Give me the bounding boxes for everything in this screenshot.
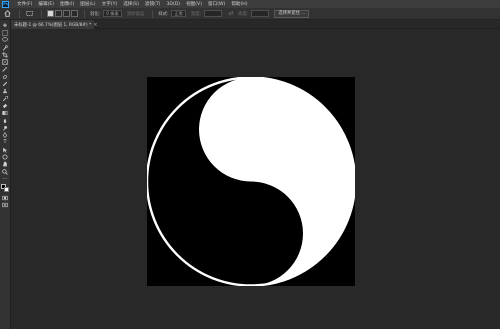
document-canvas[interactable] (147, 77, 355, 286)
menu-image[interactable]: 图像(I) (60, 1, 74, 7)
healing-brush-tool-icon[interactable] (1, 73, 10, 80)
antialias-checkbox[interactable]: 消除锯齿 (127, 11, 145, 17)
menu-file[interactable]: 文件(F) (17, 1, 32, 7)
subtract-from-selection-button[interactable] (63, 10, 70, 17)
pen-tool-icon[interactable] (1, 131, 10, 138)
select-and-mask-button[interactable]: 选择并遮住 ... (274, 9, 310, 18)
home-icon[interactable] (3, 10, 11, 18)
move-tool-icon[interactable]: ✥ (1, 22, 10, 29)
document-tab-title: 未标题-1 @ 66.7%(图层 1, RGB/8#) * (14, 22, 92, 28)
blur-tool-icon[interactable] (1, 117, 10, 124)
dodge-tool-icon[interactable] (1, 124, 10, 131)
options-bar: 羽化: 0 像素 消除锯齿 样式: 正常 宽度: ⇄ 高度: 选择并遮住 ... (0, 8, 500, 20)
menu-filter[interactable]: 滤镜(T) (145, 1, 161, 7)
swap-dimensions-icon[interactable]: ⇄ (227, 10, 235, 18)
tools-panel: ✥ T ··· (0, 20, 11, 329)
photoshop-logo: Ps (2, 0, 9, 8)
menu-bar: Ps 文件(F) 编辑(E) 图像(I) 图层(L) 文字(Y) 选择(S) 滤… (0, 0, 500, 8)
close-icon[interactable]: × (93, 22, 97, 28)
intersect-selection-button[interactable] (71, 10, 78, 17)
menu-select[interactable]: 选择(S) (123, 1, 139, 7)
rectangle-marquee-tool-icon[interactable] (1, 29, 10, 36)
document-tab-bar: 未标题-1 @ 66.7%(图层 1, RGB/8#) * × (11, 20, 500, 29)
gradient-tool-icon[interactable] (1, 110, 10, 117)
separator (152, 9, 154, 18)
width-label: 宽度: (190, 11, 202, 17)
quick-mask-icon[interactable] (1, 195, 10, 202)
eraser-tool-icon[interactable] (1, 102, 10, 109)
frame-tool-icon[interactable] (1, 58, 10, 65)
color-swatches[interactable] (0, 183, 10, 193)
style-select[interactable]: 正常 (171, 10, 186, 17)
new-selection-button[interactable] (47, 10, 54, 17)
menu-3d[interactable]: 3D(D) (166, 2, 180, 7)
ellipse-tool-icon[interactable] (1, 153, 10, 160)
width-input[interactable] (204, 10, 223, 17)
document-tab[interactable]: 未标题-1 @ 66.7%(图层 1, RGB/8#) * × (11, 20, 97, 29)
crop-tool-icon[interactable] (1, 51, 10, 58)
path-selection-tool-icon[interactable] (1, 146, 10, 153)
more-tools-icon[interactable]: ··· (1, 175, 10, 182)
type-tool-icon[interactable]: T (1, 139, 10, 146)
separator (41, 9, 42, 18)
feather-label: 羽化: (90, 11, 101, 17)
separator (84, 9, 85, 18)
menu-window[interactable]: 窗口(W) (208, 1, 225, 7)
background-color-swatch[interactable] (3, 186, 9, 192)
menu-edit[interactable]: 编辑(E) (38, 1, 54, 7)
menu-help[interactable]: 帮助(H) (231, 1, 247, 7)
height-label: 高度: (238, 11, 249, 17)
hand-tool-icon[interactable] (1, 161, 10, 168)
lasso-tool-icon[interactable] (1, 37, 10, 44)
rectangle-marquee-icon[interactable] (25, 10, 33, 18)
zoom-tool-icon[interactable] (1, 168, 10, 175)
canvas-workspace[interactable] (11, 30, 500, 329)
screen-mode-icon[interactable] (1, 202, 10, 209)
history-brush-tool-icon[interactable] (1, 95, 10, 102)
feather-input[interactable]: 0 像素 (103, 10, 122, 17)
style-label: 样式: (158, 11, 169, 17)
add-to-selection-button[interactable] (55, 10, 62, 17)
brush-tool-icon[interactable] (1, 80, 10, 87)
separator (19, 9, 20, 18)
menu-view[interactable]: 视图(V) (186, 1, 202, 7)
photoshop-window: Ps 文件(F) 编辑(E) 图像(I) 图层(L) 文字(Y) 选择(S) 滤… (0, 0, 500, 329)
clone-stamp-tool-icon[interactable] (1, 88, 10, 95)
menu-type[interactable]: 文字(Y) (102, 1, 118, 7)
height-input[interactable] (251, 10, 270, 17)
quick-selection-tool-icon[interactable] (1, 44, 10, 51)
menu-layer[interactable]: 图层(L) (80, 1, 95, 7)
eyedropper-tool-icon[interactable] (1, 66, 10, 73)
